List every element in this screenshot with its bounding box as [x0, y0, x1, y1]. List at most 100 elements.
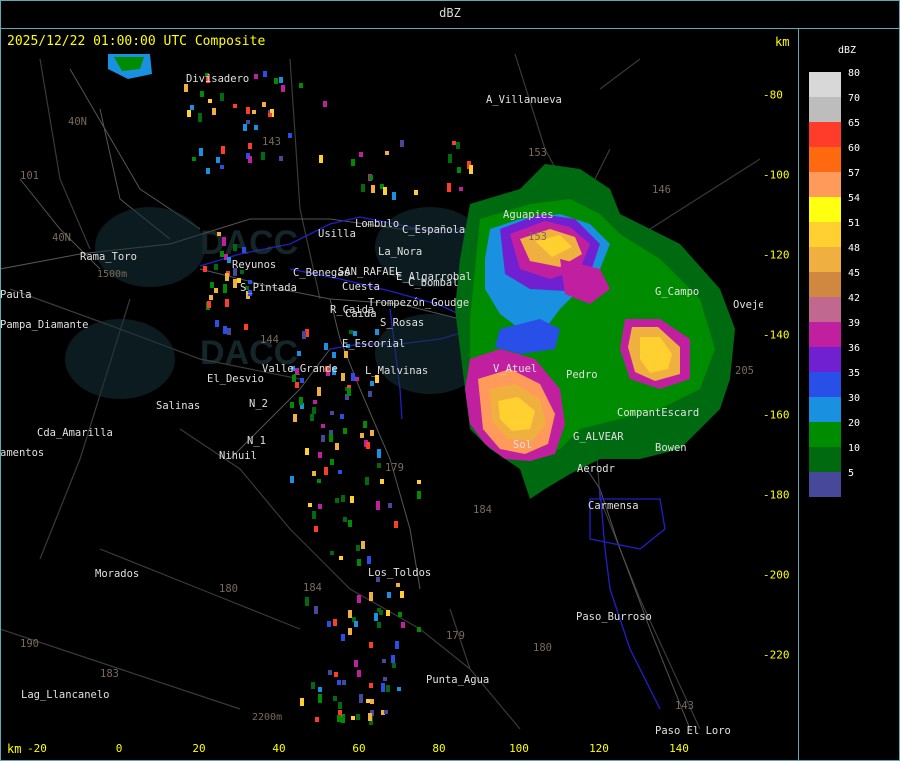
x-tick-label: 20 — [192, 742, 206, 755]
legend-swatch — [809, 472, 841, 497]
echo-cell — [300, 378, 304, 383]
echo-cell — [357, 670, 361, 677]
x-tick-label: 0 — [115, 742, 123, 755]
road-number-label: 153 — [528, 231, 547, 243]
echo-cell — [225, 299, 229, 307]
echo-cell — [395, 641, 399, 649]
echo-cell — [318, 504, 322, 509]
echo-cell — [254, 125, 258, 130]
echo-cell — [401, 622, 405, 628]
place-label: Valle_Grande — [262, 363, 338, 375]
legend-title: dBZ — [838, 45, 857, 56]
place-label: Usilla — [318, 228, 356, 240]
place-label: Los_Toldos — [368, 567, 431, 579]
echo-cell — [233, 244, 237, 251]
echo-cell — [459, 187, 463, 191]
echo-cell — [417, 627, 421, 632]
echo-cell — [315, 717, 319, 722]
echo-cell — [214, 264, 218, 270]
echo-cell — [353, 331, 357, 336]
echo-cell — [323, 101, 327, 107]
legend-label: 51 — [848, 218, 861, 229]
legend-swatch — [809, 72, 841, 97]
x-tick-label: -20 — [27, 742, 47, 755]
echo-cell — [398, 612, 402, 617]
road-number-label: 143 — [675, 700, 694, 712]
echo-cell — [215, 320, 219, 327]
svg-text:DACC: DACC — [200, 224, 298, 262]
echo-cell — [368, 713, 372, 721]
echo-cell — [243, 124, 247, 131]
echo-cell — [342, 680, 346, 685]
echo-cell — [262, 102, 266, 107]
echo-cell — [222, 237, 226, 246]
echo-cell — [381, 683, 385, 692]
legend-label: 54 — [848, 193, 861, 204]
echo-cell — [337, 680, 341, 685]
echo-cell — [209, 295, 213, 300]
echo-cell — [354, 660, 358, 667]
echo-cell — [227, 257, 231, 263]
echo-cell — [369, 683, 373, 688]
echo-cell — [356, 545, 360, 551]
place-label: N_1 — [247, 435, 266, 447]
echo-cell — [335, 498, 339, 503]
echo-cell — [311, 682, 315, 689]
place-label: amentos — [0, 447, 44, 459]
echo-cell — [456, 142, 460, 149]
echo-cell — [305, 448, 309, 455]
road-number-label: 183 — [100, 668, 119, 680]
place-label: SAN_RAFAEL — [338, 266, 401, 278]
road-number-label: 40N — [52, 232, 71, 244]
echo-cell — [387, 592, 391, 598]
legend-swatch — [809, 222, 841, 247]
echo-cell — [318, 452, 322, 458]
echo-cell — [328, 670, 332, 675]
echo-cell — [360, 433, 364, 438]
place-label: Cda_Amarilla — [37, 427, 113, 439]
echo-cell — [341, 495, 345, 502]
echo-cell — [347, 388, 351, 396]
echo-cell — [216, 157, 220, 163]
echo-cell — [227, 328, 231, 335]
echo-cell — [337, 715, 341, 722]
echo-cell — [356, 714, 360, 720]
legend-label: 10 — [848, 443, 861, 454]
echo-cell — [192, 157, 196, 161]
echo-cell — [314, 606, 318, 614]
echo-cell — [359, 152, 363, 157]
echo-cell — [377, 463, 381, 468]
place-label: Aguapies — [503, 209, 554, 221]
echo-cell — [385, 151, 389, 155]
echo-cell — [210, 282, 214, 288]
echo-cell — [366, 699, 370, 703]
echo-cell — [448, 154, 452, 163]
x-tick-label: 60 — [352, 742, 366, 755]
echo-cell — [190, 105, 194, 110]
echo-cell — [225, 273, 229, 281]
echo-cell — [220, 165, 224, 169]
echo-cell — [314, 526, 318, 532]
echo-cell — [299, 83, 303, 88]
legend-swatch — [809, 347, 841, 372]
road-number-label: 146 — [652, 184, 671, 196]
echo-cell — [376, 501, 380, 510]
legend-label: 36 — [848, 343, 861, 354]
echo-cell — [300, 698, 304, 706]
echo-cell — [392, 663, 396, 668]
echo-cell — [349, 330, 353, 334]
legend-swatch — [809, 247, 841, 272]
road-number-label: 40N — [68, 116, 87, 128]
echo-cell — [457, 167, 461, 173]
legend-swatch — [809, 272, 841, 297]
legend-label: 5 — [848, 468, 855, 479]
echo-cell — [447, 183, 451, 192]
place-label: Sol — [513, 439, 532, 451]
echo-cell — [361, 541, 365, 549]
y-tick-label: -100 — [763, 168, 790, 182]
echo-cell — [281, 85, 285, 92]
echo-cell — [348, 628, 352, 635]
x-axis-unit: km — [7, 742, 22, 756]
legend-label: 39 — [848, 318, 861, 329]
x-tick-label: 40 — [272, 742, 286, 755]
